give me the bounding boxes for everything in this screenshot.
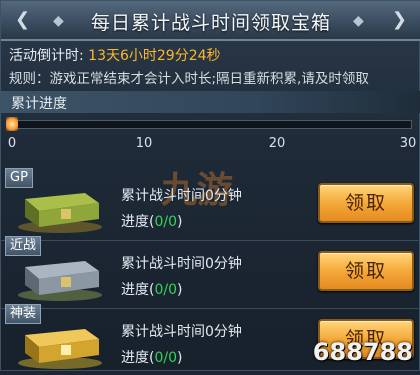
reward-row-gp: GP 累计战斗时间0分钟 进度(0/0) 领取 — [1, 168, 420, 241]
claim-button[interactable]: 领取 — [318, 183, 414, 223]
reward-progress-count: 0/0 — [154, 282, 177, 298]
progress-label: 累计进度 — [11, 96, 67, 112]
reward-row-melee: 近战 累计战斗时间0分钟 进度(0/0) 领取 — [1, 236, 420, 309]
countdown-label: 活动倒计时: — [9, 48, 84, 64]
reward-time-text: 累计战斗时间0分钟 — [121, 188, 242, 204]
countdown-row: 活动倒计时: 13天6小时29分24秒 — [9, 45, 221, 65]
reward-progress-close: ) — [177, 350, 183, 366]
chest-icon — [18, 329, 102, 369]
reward-progress: 进度(0/0) — [121, 279, 182, 299]
site-label: 688788 — [312, 338, 413, 366]
tick-label: 30 — [399, 136, 417, 151]
tick-label: 10 — [135, 136, 153, 151]
reward-time-text: 累计战斗时间0分钟 — [121, 256, 242, 272]
reward-progress-close: ) — [177, 282, 183, 298]
reward-panel: ❮ ◆ 每日累计战斗时间领取宝箱 ◆ ❯ 活动倒计时: 13天6小时29分24秒… — [0, 0, 420, 371]
tick-label: 20 — [268, 136, 286, 151]
tick-label: 0 — [7, 136, 17, 151]
chevron-right-icon: ❯ — [391, 9, 407, 30]
reward-progress-count: 0/0 — [154, 350, 177, 366]
title-bar: ❮ ◆ 每日累计战斗时间领取宝箱 ◆ ❯ — [1, 1, 420, 41]
reward-progress-label: 进度( — [121, 350, 155, 366]
progress-bar — [10, 120, 412, 129]
reward-progress-count: 0/0 — [154, 214, 177, 230]
countdown-value: 13天6小时29分24秒 — [88, 48, 221, 64]
rules-text: 规则：游戏正常结束才会计入时长;隔日重新积累,请及时领取 — [9, 71, 369, 87]
reward-progress: 进度(0/0) — [121, 211, 182, 231]
ornament-right-icon: ◆ — [353, 13, 364, 29]
progress-header: 累计进度 — [1, 91, 420, 113]
reward-progress-label: 进度( — [121, 282, 155, 298]
claim-button[interactable]: 领取 — [318, 251, 414, 291]
reward-time-text: 累计战斗时间0分钟 — [121, 324, 242, 340]
chest-icon — [18, 261, 102, 301]
reward-progress-close: ) — [177, 214, 183, 230]
reward-progress-label: 进度( — [121, 214, 155, 230]
reward-progress: 进度(0/0) — [121, 347, 182, 367]
chest-icon — [18, 193, 102, 233]
progress-knob — [6, 117, 18, 131]
